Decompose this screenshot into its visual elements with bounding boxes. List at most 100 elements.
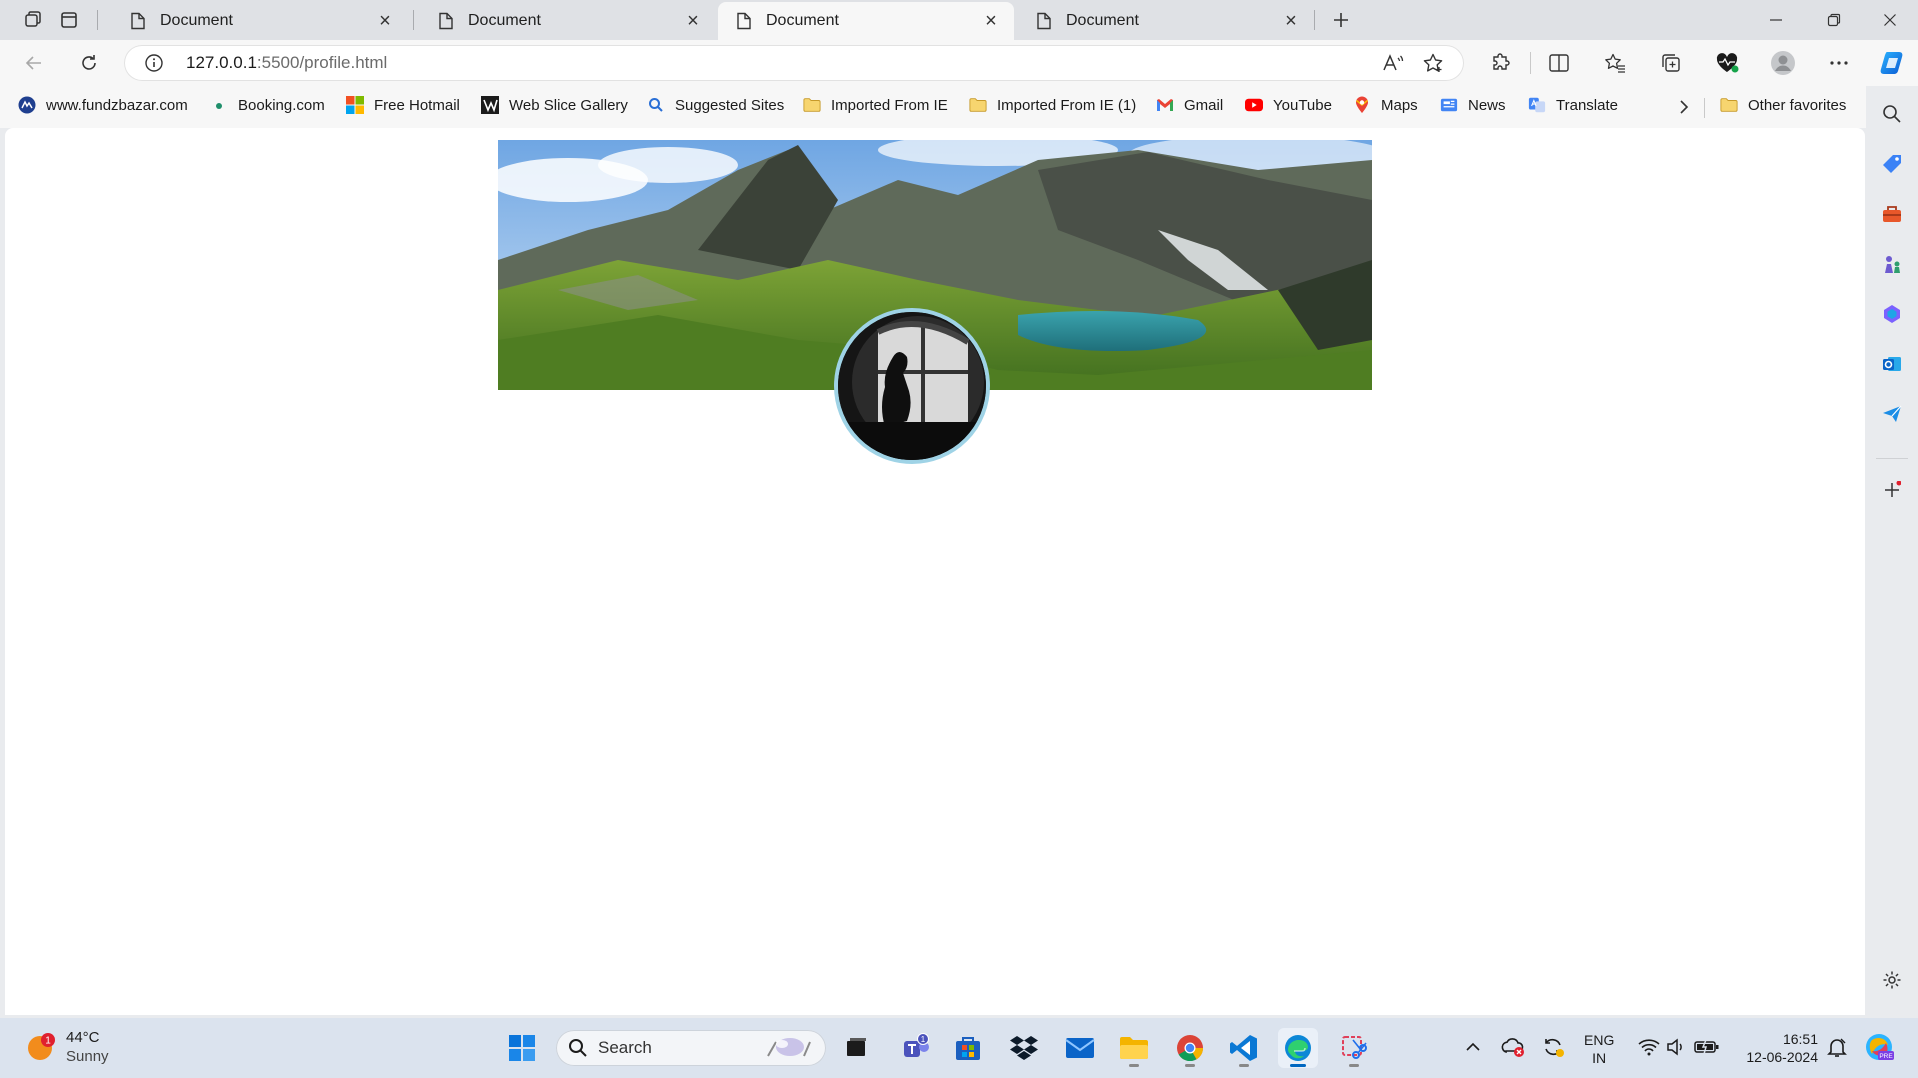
running-indicator (1185, 1064, 1195, 1067)
other-favorites-folder[interactable]: Other favorites (1720, 96, 1846, 114)
favorite-booking[interactable]: Booking.com (210, 96, 325, 114)
chrome-button[interactable] (1170, 1028, 1210, 1068)
teams-button[interactable]: 1 (896, 1028, 936, 1068)
microsoft-store-button[interactable] (948, 1028, 988, 1068)
sidebar-outlook-button[interactable] (1876, 348, 1908, 380)
show-hidden-icons-button[interactable] (1458, 1032, 1488, 1062)
mail-icon (1065, 1038, 1095, 1058)
document-icon (438, 12, 454, 30)
toolbox-icon (1883, 206, 1901, 222)
sidebar-drop-button[interactable] (1876, 398, 1908, 430)
close-tab-button[interactable]: × (682, 10, 704, 32)
mail-button[interactable] (1060, 1028, 1100, 1068)
favorite-free-hotmail[interactable]: Free Hotmail (346, 96, 460, 114)
tab-3-active[interactable]: Document × (718, 2, 1014, 40)
tab-1[interactable]: Document × (112, 4, 408, 38)
weather-widget[interactable]: 1 44°C Sunny (26, 1028, 109, 1066)
close-tab-button[interactable]: × (980, 10, 1002, 32)
system-clock[interactable]: 16:51 12-06-2024 (1734, 1030, 1818, 1066)
split-screen-button[interactable] (1542, 48, 1576, 78)
sidebar-settings-button[interactable] (1876, 964, 1908, 996)
document-icon (736, 12, 752, 30)
restore-button[interactable] (1806, 0, 1862, 40)
folder-icon (1720, 96, 1738, 114)
browser-essentials-button[interactable] (1710, 48, 1744, 78)
document-icon (130, 12, 146, 30)
sidebar-shopping-button[interactable] (1876, 148, 1908, 180)
favorite-imported-from-ie-1[interactable]: Imported From IE (1) (969, 96, 1136, 114)
refresh-button[interactable] (72, 48, 106, 78)
outlook-icon (1883, 357, 1901, 371)
favorite-youtube[interactable]: YouTube (1245, 96, 1332, 114)
profile-avatar[interactable] (834, 308, 990, 464)
url-text[interactable]: 127.0.0.1:5500/profile.html (186, 53, 387, 73)
close-window-button[interactable] (1862, 0, 1918, 40)
task-view-button[interactable] (836, 1028, 876, 1068)
minimize-button[interactable] (1748, 0, 1804, 40)
address-bar[interactable]: 127.0.0.1:5500/profile.html (124, 45, 1464, 81)
favorite-web-slice-gallery[interactable]: Web Slice Gallery (481, 96, 628, 114)
sidebar-games-button[interactable] (1876, 248, 1908, 280)
sync-status[interactable] (1538, 1032, 1568, 1062)
favorites-button[interactable] (1598, 48, 1632, 78)
copilot-icon (1880, 52, 1903, 74)
vscode-button[interactable] (1224, 1028, 1264, 1068)
search-icon (1883, 105, 1901, 123)
sync-icon (1545, 1038, 1564, 1057)
tab-actions-button[interactable] (54, 6, 84, 34)
copilot-button[interactable] (1876, 48, 1910, 78)
folder-icon (1120, 1037, 1148, 1059)
sidebar-search-button[interactable] (1876, 98, 1908, 130)
sidebar-m365-button[interactable] (1876, 298, 1908, 330)
battery-status[interactable] (1692, 1032, 1722, 1062)
speaker-icon (1667, 1038, 1682, 1056)
input-language[interactable]: ENG IN (1584, 1031, 1614, 1067)
favorite-gmail[interactable]: Gmail (1156, 96, 1223, 114)
read-aloud-button[interactable] (1378, 49, 1408, 77)
favorite-suggested-sites[interactable]: Suggested Sites (647, 96, 784, 114)
taskbar-search[interactable]: Search (556, 1030, 826, 1066)
favorite-label: Other favorites (1748, 96, 1847, 114)
favorite-star-button[interactable] (1418, 49, 1448, 77)
sidebar-add-button[interactable] (1876, 474, 1908, 506)
extensions-button[interactable] (1484, 48, 1518, 78)
folder-icon (803, 96, 821, 114)
back-button[interactable] (17, 48, 51, 78)
navigation-toolbar: 127.0.0.1:5500/profile.html (0, 40, 1918, 86)
onedrive-status[interactable] (1498, 1032, 1528, 1062)
settings-more-button[interactable] (1822, 48, 1856, 78)
copilot-taskbar-button[interactable]: PRE (1864, 1032, 1894, 1062)
edge-button[interactable] (1278, 1028, 1318, 1068)
favorite-imported-from-ie[interactable]: Imported From IE (803, 96, 948, 114)
snipping-tool-button[interactable] (1334, 1028, 1374, 1068)
favorite-fundzbazar[interactable]: www.fundzbazar.com (18, 96, 188, 114)
document-icon (1036, 12, 1052, 30)
file-explorer-button[interactable] (1114, 1028, 1154, 1068)
url-path: :5500/profile.html (256, 53, 388, 72)
plus-icon (1885, 481, 1901, 497)
sidebar-tools-button[interactable] (1876, 198, 1908, 230)
gear-icon (1883, 971, 1901, 989)
close-tab-button[interactable]: × (374, 10, 396, 32)
new-tab-button[interactable] (1326, 6, 1356, 34)
volume-status[interactable] (1662, 1032, 1692, 1062)
favorite-translate[interactable]: Translate (1528, 96, 1618, 114)
site-info-icon[interactable] (144, 53, 164, 73)
dropbox-button[interactable] (1004, 1028, 1044, 1068)
tab-4[interactable]: Document × (1018, 4, 1314, 38)
notifications-button[interactable] (1822, 1032, 1852, 1062)
favorite-maps[interactable]: Maps (1353, 96, 1418, 114)
favorite-label: www.fundzbazar.com (46, 96, 188, 114)
close-tab-button[interactable]: × (1280, 10, 1302, 32)
tab-title: Document (468, 12, 541, 29)
workspaces-button[interactable] (18, 6, 48, 34)
more-favorites-button[interactable] (1672, 96, 1696, 118)
tab-2[interactable]: Document × (420, 4, 716, 38)
wifi-status[interactable] (1634, 1032, 1664, 1062)
profile-button[interactable] (1766, 48, 1800, 78)
collections-button[interactable] (1654, 48, 1688, 78)
start-button[interactable] (502, 1028, 542, 1068)
favorites-divider (1704, 98, 1705, 118)
battery-charging-icon (1694, 1039, 1719, 1055)
favorite-news[interactable]: News (1440, 96, 1506, 114)
